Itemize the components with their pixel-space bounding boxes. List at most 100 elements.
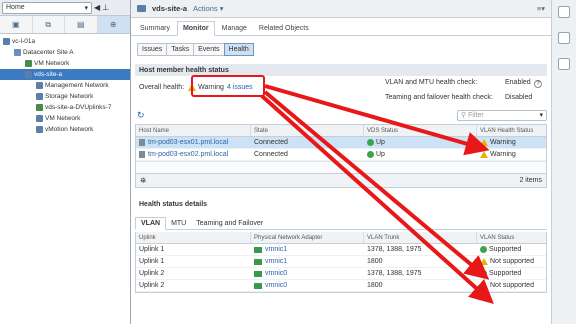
warning-icon (480, 151, 488, 158)
object-title-bar: vds-site-a Actions ▾ ≡▾ (131, 0, 551, 18)
tab-monitor[interactable]: Monitor (176, 21, 215, 36)
tree-item[interactable]: Storage Network (0, 91, 130, 102)
nic-cell: vmnic0 (251, 280, 364, 291)
alarms-icon[interactable] (558, 32, 570, 44)
vlan-status-text: Not supported (490, 282, 534, 289)
filter-dropdown-icon[interactable]: ▾ (539, 111, 543, 119)
binoculars-icon[interactable]: ⛯ (140, 176, 146, 186)
nic-icon (254, 258, 262, 265)
networking-tab-icon[interactable]: ⊕ (97, 16, 130, 33)
subtab-health[interactable]: Health (223, 42, 254, 56)
table-row[interactable]: tm-pod03-esx01.pml.local Connected Up Warni… (136, 137, 546, 149)
details-section: Health status details (135, 198, 547, 210)
nav-tabs: ▣ ⧉ ▤ ⊕ (0, 16, 130, 34)
inventory-tree: vc-l-01a Datacenter Site A VM Network vds-s… (0, 34, 130, 135)
page-title: vds-site-a (152, 4, 188, 13)
nic-link[interactable]: vmnic0 (265, 270, 287, 277)
table-row[interactable]: tm-pod03-esx02.pml.local Connected Up Warni… (136, 149, 546, 161)
vlan-status-text: Supported (489, 246, 522, 253)
host-link[interactable]: tm-pod03-esx01.pml.local (148, 139, 228, 146)
work-in-progress-icon[interactable] (558, 6, 570, 18)
host-link[interactable]: tm-pod03-esx02.pml.local (148, 151, 228, 158)
tree-item[interactable]: VM Network (0, 58, 130, 69)
tab-mtu[interactable]: MTU (166, 218, 191, 229)
tree-item[interactable]: Management Network (0, 80, 130, 91)
items-count: 2 items (519, 177, 542, 184)
vds-status-cell: Up (364, 137, 477, 148)
nic-cell: vmnic0 (251, 268, 364, 279)
tree-node-icon (3, 38, 10, 45)
tree-item[interactable]: vMotion Network (0, 124, 130, 135)
details-tabs: VLAN MTU Teaming and Failover (135, 214, 547, 230)
tab-summary[interactable]: Summary (135, 22, 175, 35)
col-physical-adapter[interactable]: Physical Network Adapter (251, 232, 364, 243)
tree-item[interactable]: VM Network (0, 113, 130, 124)
right-rail (551, 0, 576, 324)
tasks-icon[interactable] (558, 58, 570, 70)
vlan-mtu-label: VLAN and MTU health check: (385, 79, 478, 86)
hosts-table-footer: ⛯ 2 items (136, 173, 546, 187)
table-row[interactable]: Uplink 1 vmnic1 1378, 1388, 1975 Supported (136, 244, 546, 256)
nic-link[interactable]: vmnic1 (265, 258, 287, 265)
table-row[interactable]: Uplink 2 vmnic0 1378, 1388, 1975 Supported (136, 268, 546, 280)
tree-item[interactable]: vds-site-a-DVUplinks-7 (0, 102, 130, 113)
subtab-events[interactable]: Events (193, 42, 225, 56)
tab-teaming-failover[interactable]: Teaming and Failover (191, 218, 268, 229)
storage-tab-icon[interactable]: ▤ (65, 16, 98, 33)
refresh-icon[interactable]: ↻ (137, 110, 145, 121)
tab-manage[interactable]: Manage (217, 22, 252, 35)
tree-item[interactable]: Datacenter Site A (0, 47, 130, 58)
col-vlan-status[interactable]: VLAN Status (477, 232, 546, 243)
warning-icon (480, 139, 488, 146)
vlan-status-cell: Not supported (477, 280, 546, 291)
teaming-label: Teaming and failover health check: (385, 94, 493, 101)
hosts-table-header: Host Name State VDS Status VLAN Health S… (136, 125, 546, 137)
tree-item-label: vds-site-a-DVUplinks-7 (45, 104, 112, 111)
tree-item-label: Storage Network (45, 93, 94, 100)
vms-templates-tab-icon[interactable]: ⧉ (33, 16, 65, 33)
col-host-name[interactable]: Host Name (136, 125, 251, 136)
nic-cell: vmnic1 (251, 256, 364, 267)
col-vds-status[interactable]: VDS Status (364, 125, 477, 136)
filter-input[interactable]: ⚲ Filter ▾ (457, 109, 547, 121)
vlan-health-cell: Warning (477, 137, 546, 148)
col-uplink[interactable]: Uplink (136, 232, 251, 243)
pin-icon[interactable]: ⊥ (102, 3, 109, 12)
nic-link[interactable]: vmnic0 (265, 282, 287, 289)
subtab-issues[interactable]: Issues (137, 42, 168, 56)
vlan-health-cell: Warning (477, 149, 546, 160)
home-selector[interactable]: Home ▾ (2, 1, 92, 14)
col-vlan-trunk[interactable]: VLAN Trunk (364, 232, 477, 243)
tab-vlan[interactable]: VLAN (135, 217, 167, 230)
nic-link[interactable]: vmnic1 (265, 246, 287, 253)
hosts-clusters-tab-icon[interactable]: ▣ (0, 16, 33, 33)
vds-status-cell: Up (364, 149, 477, 160)
nic-icon (254, 270, 262, 277)
tree-item-label: Datacenter Site A (23, 49, 74, 56)
uplink-cell: Uplink 2 (139, 282, 165, 289)
ok-icon (480, 246, 487, 253)
nic-icon (254, 282, 262, 289)
vlan-status-cell: Supported (477, 244, 546, 255)
help-icon[interactable]: ? (534, 80, 542, 88)
vlan-trunk-cell: 1800 (367, 258, 383, 265)
subtab-tasks[interactable]: Tasks (166, 42, 195, 56)
menu-icon[interactable]: ≡▾ (537, 4, 545, 13)
monitor-subtabs: Issues Tasks Events Health (131, 40, 551, 58)
col-vlan-health[interactable]: VLAN Health Status (477, 125, 546, 136)
col-state[interactable]: State (251, 125, 364, 136)
tab-related-objects[interactable]: Related Objects (254, 22, 314, 35)
table-row[interactable]: Uplink 1 vmnic1 1800 Not supported (136, 256, 546, 268)
tree-node-icon (25, 60, 32, 67)
back-icon[interactable]: ◀ (94, 3, 100, 12)
vlan-status-cell: Not supported (477, 256, 546, 267)
horizontal-scrollbar[interactable] (136, 161, 546, 173)
ok-icon (367, 151, 374, 158)
tree-item[interactable]: vds-site-a (0, 69, 130, 80)
tree-item[interactable]: vc-l-01a (0, 36, 130, 47)
actions-menu[interactable]: Actions ▾ (193, 4, 223, 13)
tree-node-icon (36, 104, 43, 111)
table-row[interactable]: Uplink 2 vmnic0 1800 Not supported (136, 280, 546, 292)
main-panel: vds-site-a Actions ▾ ≡▾ Summary Monitor … (131, 0, 551, 324)
vlan-status-cell: Supported (477, 268, 546, 279)
